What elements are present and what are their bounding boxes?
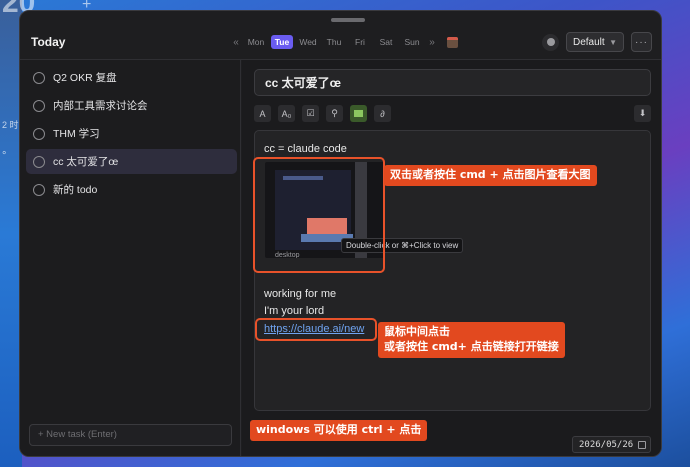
chevron-down-icon: ▼ <box>609 37 617 47</box>
theme-toggle-button[interactable] <box>542 33 559 51</box>
task-checkbox[interactable] <box>33 127 45 140</box>
checklist-button[interactable]: ☑ <box>302 105 319 122</box>
day-sun[interactable]: Sun <box>399 35 425 49</box>
attach-button[interactable]: ∂ <box>374 105 391 122</box>
task-checkbox[interactable] <box>33 71 45 84</box>
new-task-input[interactable]: + New task (Enter) <box>29 424 232 446</box>
text-style-button[interactable]: A <box>254 105 271 122</box>
image-button[interactable] <box>350 105 367 122</box>
list-select-value: Default <box>573 36 605 48</box>
task-item-new-todo[interactable]: 新的 todo <box>26 177 237 202</box>
day-wed[interactable]: Wed <box>295 35 321 49</box>
day-tue[interactable]: Tue <box>271 35 293 49</box>
day-fri[interactable]: Fri <box>347 35 373 49</box>
more-button[interactable]: ··· <box>631 32 652 52</box>
week-navigator: « Mon Tue Wed Thu Fri Sat Sun » <box>229 33 458 51</box>
page-title: Today <box>31 35 66 49</box>
link-icon: ⚲ <box>331 108 338 118</box>
calendar-icon[interactable] <box>638 440 646 449</box>
task-title-input[interactable]: cc 太可爱了œ <box>254 69 651 96</box>
due-date-value: 2026/05/26 <box>579 439 634 450</box>
link-hint-line-1: 鼠标中间点击 <box>384 325 450 338</box>
task-item-thm[interactable]: THM 学习 <box>26 121 237 146</box>
task-item-q2-okr[interactable]: Q2 OKR 复盘 <box>26 65 237 90</box>
link-hint-label: 鼠标中间点击 或者按住 cmd+ 点击链接打开链接 <box>378 322 565 358</box>
image-hint-label: 双击或者按住 cmd + 点击图片查看大图 <box>384 165 597 186</box>
wallpaper-time: 2 时 <box>2 120 19 130</box>
image-highlight-box <box>253 157 385 273</box>
top-right-controls: Default ▼ ··· <box>542 32 652 52</box>
task-sidebar: Q2 OKR 复盘 内部工具需求讨论会 THM 学习 cc 太可爱了œ 新的 t… <box>20 60 241 456</box>
prev-week-button[interactable]: « <box>229 37 243 48</box>
day-thu[interactable]: Thu <box>321 35 347 49</box>
task-checkbox[interactable] <box>33 183 45 196</box>
task-label: 新的 todo <box>53 184 98 196</box>
task-item-tools-meeting[interactable]: 内部工具需求讨论会 <box>26 93 237 118</box>
paperclip-icon: ∂ <box>380 108 385 119</box>
task-label: 内部工具需求讨论会 <box>53 100 148 112</box>
task-label: cc 太可爱了œ <box>53 156 119 168</box>
task-label: THM 学习 <box>53 128 100 140</box>
note-line-3: I'm your lord <box>264 305 325 317</box>
image-icon <box>354 110 363 117</box>
due-date-input[interactable]: 2026/05/26 <box>572 436 651 453</box>
day-mon[interactable]: Mon <box>243 35 269 49</box>
task-checkbox[interactable] <box>33 99 45 112</box>
task-checkbox[interactable] <box>33 155 45 168</box>
link-button[interactable]: ⚲ <box>326 105 343 122</box>
font-size-button[interactable]: A₀ <box>278 105 295 122</box>
link-highlight-box <box>255 318 377 341</box>
download-button[interactable]: ⬇ <box>634 105 651 122</box>
wallpaper-degree: ° <box>2 150 7 162</box>
task-item-cc[interactable]: cc 太可爱了œ <box>26 149 237 174</box>
calendar-icon[interactable] <box>447 36 458 48</box>
note-line-1: cc = claude code <box>264 143 347 155</box>
next-week-button[interactable]: » <box>425 37 439 48</box>
link-hint-line-2: 或者按住 cmd+ 点击链接打开链接 <box>384 339 559 353</box>
task-label: Q2 OKR 复盘 <box>53 72 117 84</box>
editor-toolbar: A A₀ ☑ ⚲ ∂ ⬇ <box>254 103 651 124</box>
day-sat[interactable]: Sat <box>373 35 399 49</box>
window-grabber[interactable] <box>331 18 365 22</box>
list-select[interactable]: Default ▼ <box>566 32 624 52</box>
moon-icon <box>546 38 555 46</box>
note-line-2: working for me <box>264 288 337 300</box>
windows-hint-label: windows 可以使用 ctrl + 点击 <box>250 420 428 441</box>
